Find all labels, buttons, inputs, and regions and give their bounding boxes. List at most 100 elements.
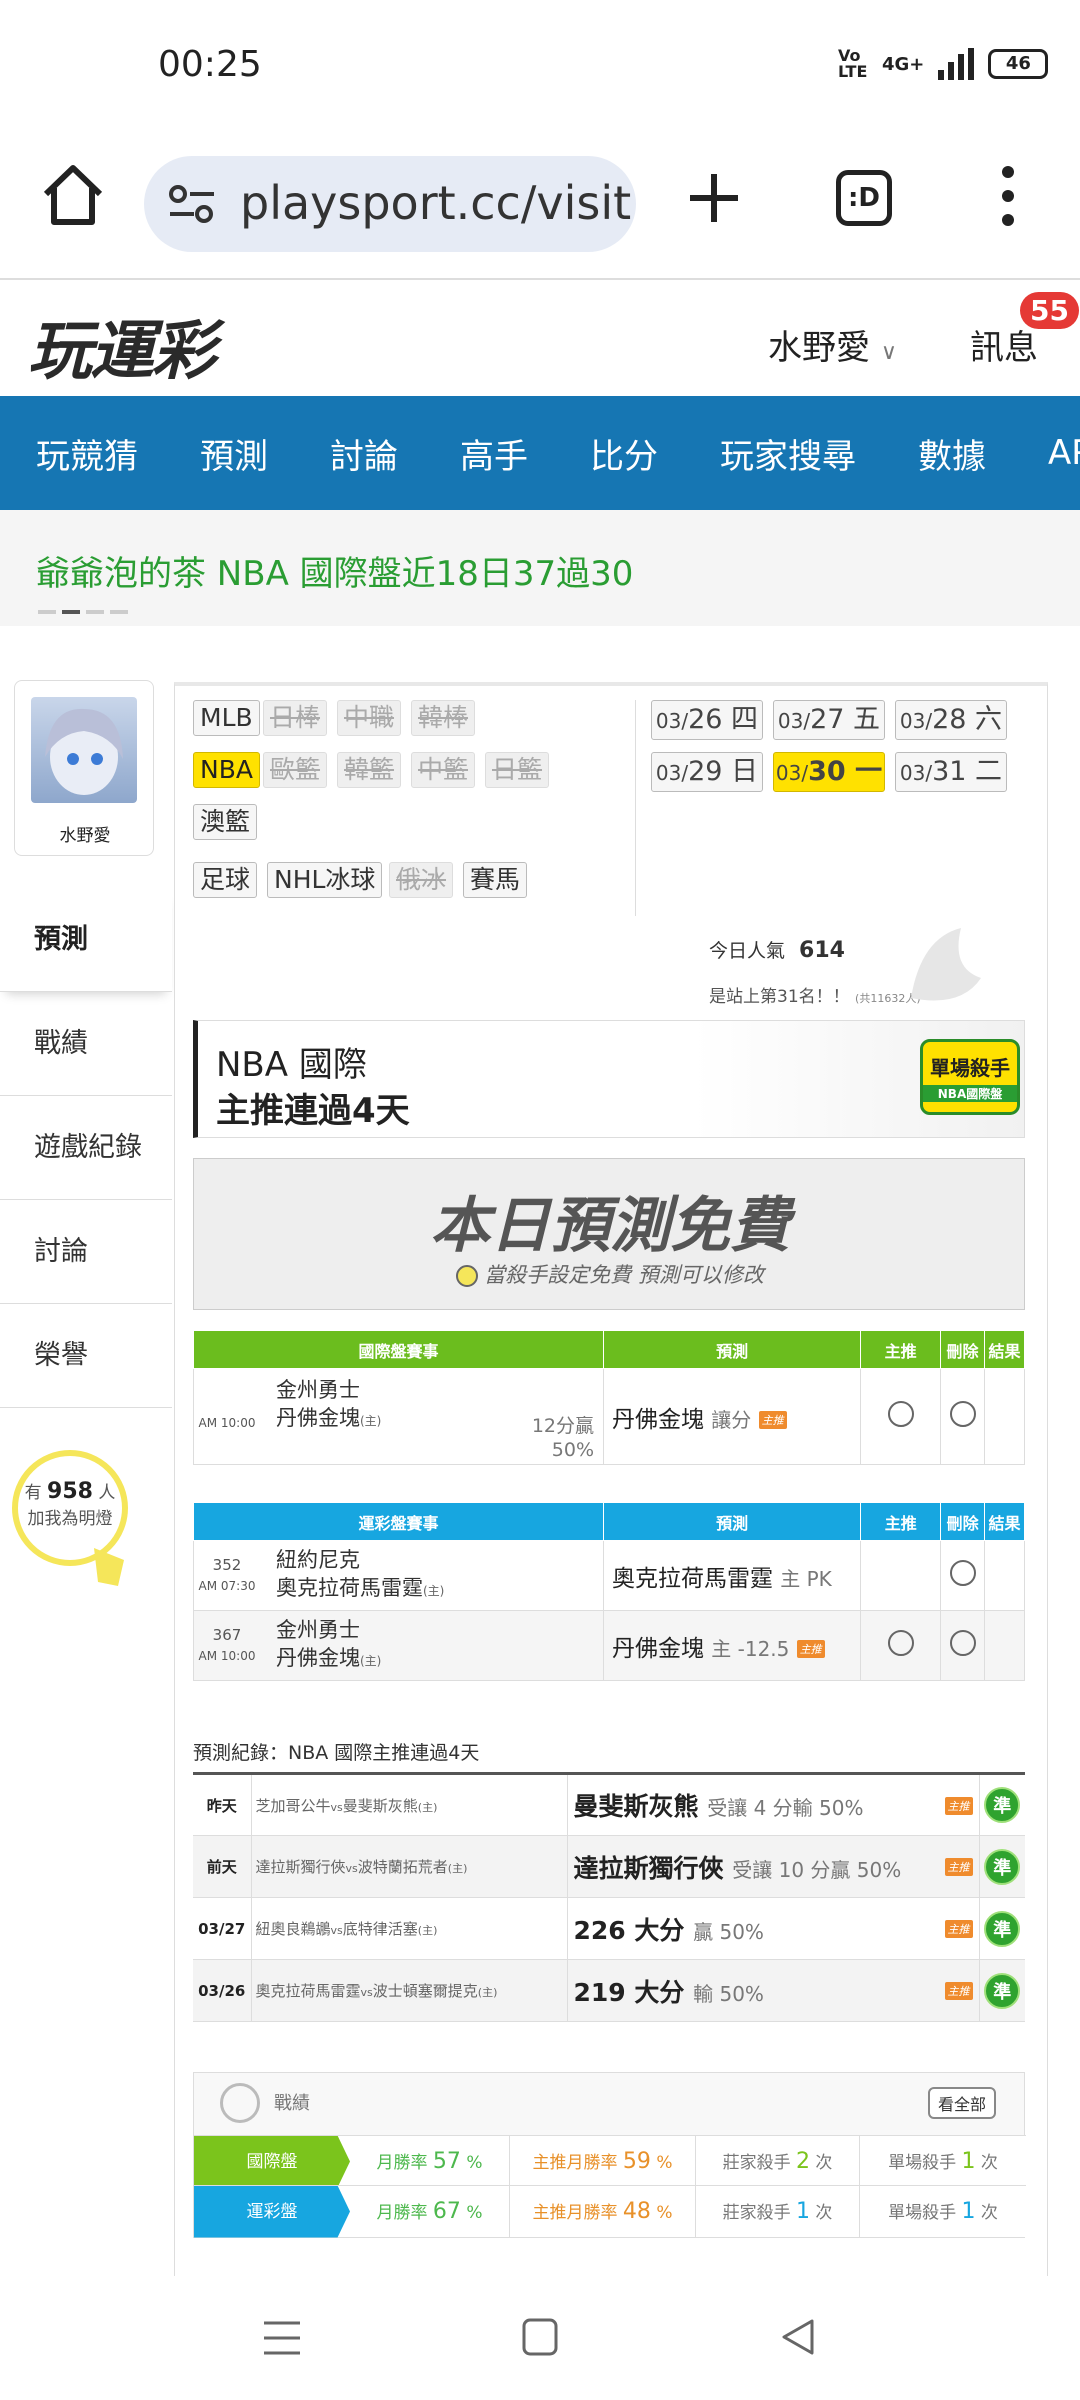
table-row: 352 AM 07:30 紐約尼克 奧克拉荷馬雷霆(主) 奧克拉荷馬雷霆 主 PK	[193, 1540, 1025, 1611]
date-button[interactable]: 03/28 六	[895, 700, 1007, 740]
away-team: 芝加哥公牛	[255, 1796, 331, 1815]
announcement-marquee: 爺爺泡的茶 NBA 國際盤近18日37過30	[0, 510, 1080, 626]
date-button[interactable]: 03/29 日	[651, 752, 763, 792]
sport-chip[interactable]: NBA	[193, 752, 260, 788]
pick-value: 曼斐斯灰熊	[573, 1792, 699, 1821]
vs-label: vs	[330, 1800, 343, 1814]
market-label: 運彩盤	[194, 2185, 350, 2238]
sport-chip[interactable]: MLB	[193, 700, 260, 736]
date-button[interactable]: 03/27 五	[773, 700, 885, 740]
date-day: 31 二	[932, 756, 1003, 787]
popularity-label: 今日人氣	[709, 940, 786, 962]
stat-value: 48	[622, 2198, 651, 2224]
announcement-link[interactable]: 爺爺泡的茶 NBA 國際盤近18日37過30	[36, 546, 633, 595]
main-nav: 玩競猜 預測 討論 高手 比分 玩家搜尋 數據 APP	[0, 396, 1080, 510]
main-pick-radio[interactable]	[887, 1401, 914, 1427]
more-menu-icon[interactable]	[996, 166, 1020, 230]
nav-item-guess[interactable]: 玩競猜	[36, 429, 138, 478]
date-button[interactable]: 03/31 二	[895, 752, 1007, 792]
record-row: 03/27 紐奧良鵜鶘vs底特律活塞(主) 226 大分 贏 50% 主推準	[193, 1897, 1025, 1960]
nav-item-data[interactable]: 數據	[918, 429, 986, 478]
record-title: 預測紀錄：NBA 國際主推連過4天	[193, 1742, 480, 1764]
delete-radio-cell	[940, 1368, 986, 1465]
view-all-button[interactable]: 看全部	[928, 2087, 997, 2119]
profile-tab-predict[interactable]: 預測	[0, 888, 172, 992]
fans-prefix: 有	[24, 1483, 42, 1503]
new-tab-icon[interactable]	[686, 170, 742, 226]
recent-apps-icon[interactable]	[262, 2320, 302, 2356]
delete-radio-cell	[940, 1540, 986, 1611]
delete-radio[interactable]	[949, 1630, 976, 1656]
sport-chip[interactable]: 中職	[337, 700, 402, 736]
date-button[interactable]: 03/26 四	[651, 700, 763, 740]
nav-item-predict[interactable]: 預測	[200, 429, 268, 478]
pick-value: 219 大分	[573, 1977, 685, 2007]
messages-badge: 55	[1020, 292, 1079, 329]
avatar-card[interactable]: 水野愛	[14, 680, 154, 856]
teams: 紐約尼克 奧克拉荷馬雷霆(主)	[260, 1546, 590, 1605]
sport-chip[interactable]: 中籃	[411, 752, 476, 788]
nav-item-experts[interactable]: 高手	[460, 429, 528, 478]
clock: 00:25	[158, 44, 262, 85]
user-menu[interactable]: 水野愛 ∨	[768, 320, 897, 369]
target-icon	[220, 2083, 260, 2123]
site-logo[interactable]: 玩運彩	[28, 300, 216, 392]
sport-chip[interactable]: NHL冰球	[267, 862, 383, 898]
home-nav-icon[interactable]	[522, 2318, 558, 2356]
home-team: 奧克拉荷馬雷霆	[276, 1576, 423, 1600]
nav-item-app[interactable]: APP	[1048, 433, 1080, 473]
site-settings-icon[interactable]	[168, 184, 216, 224]
tag-cell: 主推	[919, 1835, 979, 1898]
dealer-killer: 莊家殺手 1 次	[696, 2185, 860, 2238]
record-day: 前天	[193, 1835, 252, 1898]
nav-item-scores[interactable]: 比分	[590, 429, 658, 478]
profile-tab-discuss[interactable]: 討論	[0, 1200, 172, 1304]
delete-radio[interactable]	[949, 1560, 976, 1586]
table-row: AM 10:00 金州勇士 丹佛金塊(主) 12分贏 50% 丹佛金塊 讓分 主…	[193, 1368, 1025, 1465]
delete-radio[interactable]	[949, 1401, 976, 1427]
fans-unit: 人	[98, 1483, 116, 1503]
date-button[interactable]: 03/30 一	[773, 752, 885, 792]
sport-chip[interactable]: 足球	[193, 862, 258, 898]
tab-switcher-button[interactable]: :D	[836, 170, 892, 226]
tag-cell: 主推	[919, 1959, 979, 2022]
col-header: 主推	[860, 1330, 942, 1369]
profile-tab-honor[interactable]: 榮譽	[0, 1304, 172, 1408]
messages-button[interactable]: 訊息 55	[970, 292, 1079, 369]
profile-tab-game-log[interactable]: 遊戲紀錄	[0, 1096, 172, 1200]
vs-label: vs	[360, 1986, 373, 1999]
main-pick-radio[interactable]	[887, 1630, 914, 1656]
stat-unit: 次	[980, 2152, 998, 2173]
sport-chip[interactable]: 俄冰	[389, 862, 454, 898]
sport-chip[interactable]: 韓棒	[411, 700, 476, 736]
stat-value: 1	[961, 2148, 976, 2174]
nav-item-player-search[interactable]: 玩家搜尋	[720, 429, 856, 478]
result-cell	[984, 1368, 1025, 1465]
profile-tab-record[interactable]: 戰績	[0, 992, 172, 1096]
sport-chip[interactable]: 澳籃	[193, 804, 258, 840]
pick-note: 主 PK	[780, 1566, 832, 1591]
home-icon[interactable]	[38, 160, 108, 230]
date-prefix: 03/	[899, 709, 933, 733]
sport-chip[interactable]: 日籃	[485, 752, 550, 788]
streak-banner: NBA 國際 主推連過4天 單場殺手 NBA國際盤	[193, 1020, 1025, 1138]
status-bar: 00:25 Vo LTE 4G+ 46	[0, 0, 1080, 130]
home-tag: (主)	[360, 1654, 382, 1668]
stat-value: 1	[796, 2198, 810, 2224]
stat-unit: %	[466, 2152, 483, 2173]
sport-chip[interactable]: 日棒	[263, 700, 328, 736]
accurate-badge: 準	[984, 1972, 1021, 2009]
nav-item-discuss[interactable]: 討論	[330, 429, 398, 478]
col-header: 國際盤賽事	[193, 1330, 604, 1369]
back-icon[interactable]	[780, 2318, 816, 2356]
sport-chip[interactable]: 賽馬	[463, 862, 528, 898]
game-cell: 352 AM 07:30 紐約尼克 奧克拉荷馬雷霆(主)	[193, 1540, 604, 1611]
system-nav-bar	[0, 2276, 1080, 2400]
address-bar[interactable]: playsport.cc/visit	[144, 156, 636, 252]
sport-chip[interactable]: 歐籃	[263, 752, 328, 788]
free-sub-text: 當殺手設定免費 預測可以修改	[484, 1263, 764, 1287]
sport-chip[interactable]: 韓籃	[337, 752, 402, 788]
record-row: 03/26 奧克拉荷馬雷霆vs波士頓塞爾提克(主) 219 大分 輸 50% 主推準	[193, 1959, 1025, 2022]
accurate-cell: 準	[978, 1959, 1025, 2022]
popularity: 今日人氣 614	[709, 936, 845, 963]
